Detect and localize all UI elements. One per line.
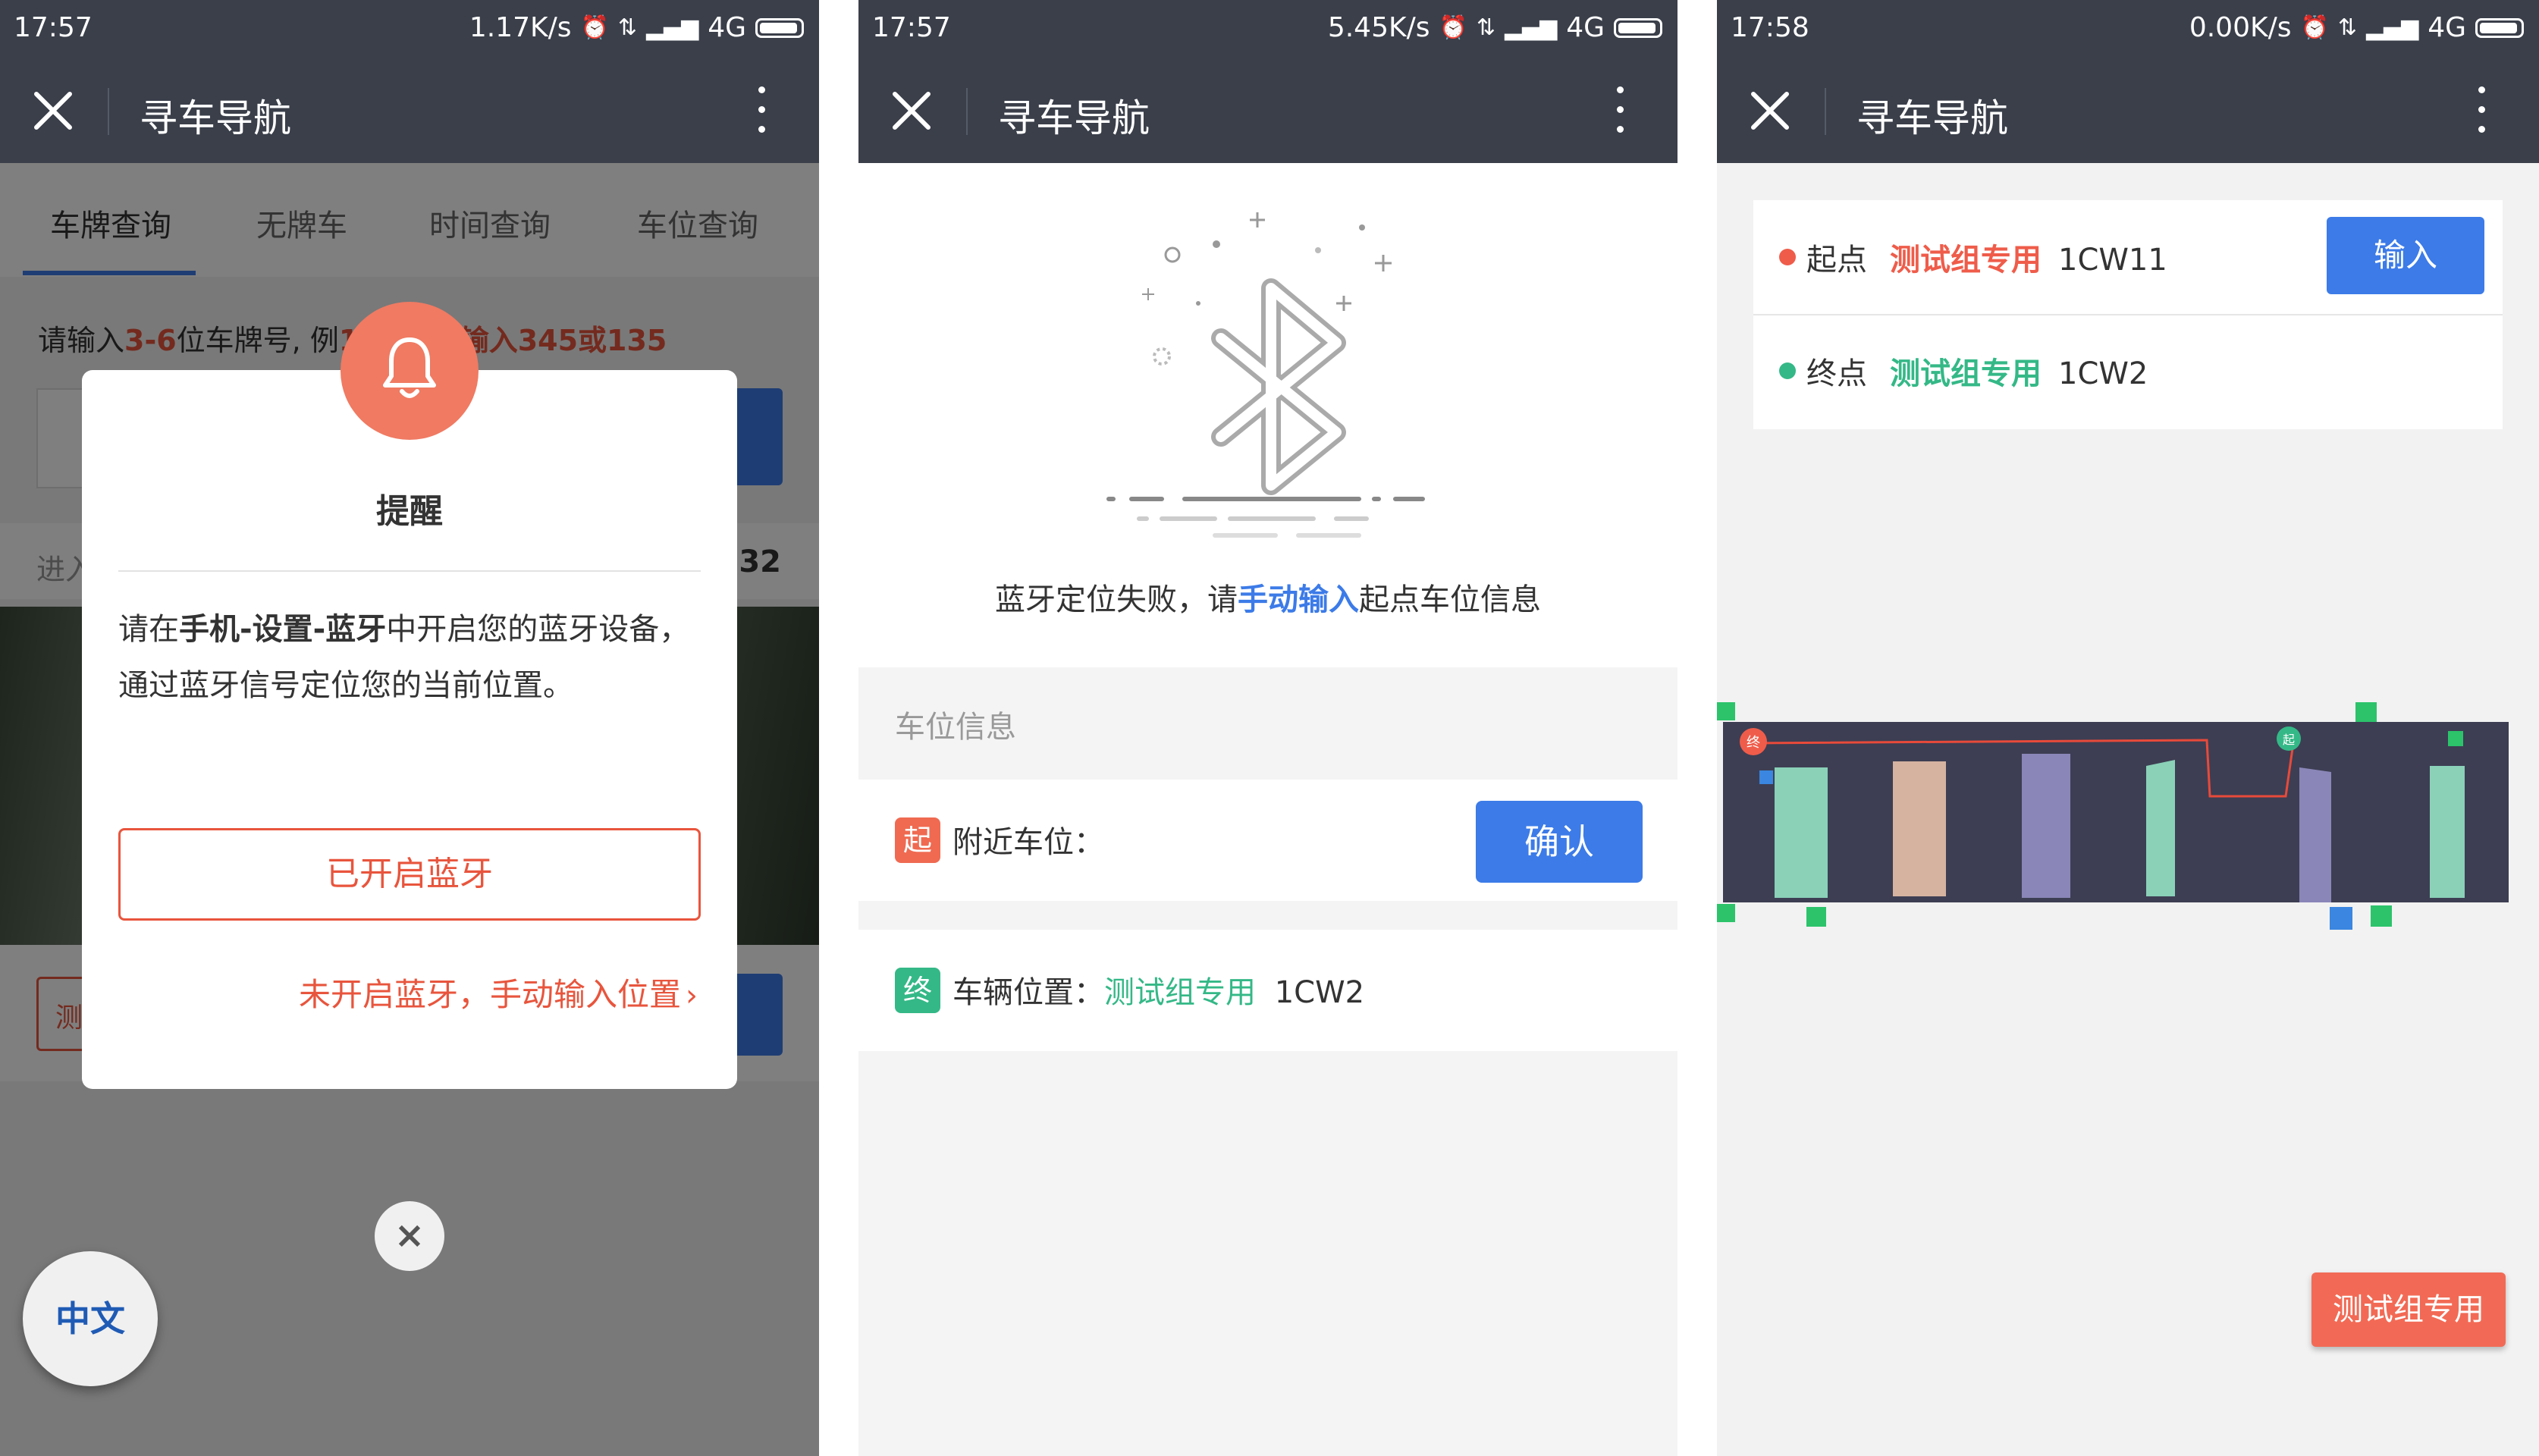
- map-poi-icon: [1717, 702, 1735, 720]
- end-badge: 终: [895, 968, 940, 1013]
- net-speed: 1.17K/s: [469, 12, 572, 43]
- title-separator: [1825, 88, 1826, 135]
- title-separator: [108, 88, 109, 135]
- start-dot: [1779, 249, 1796, 265]
- title-bar: 寻车导航: [1717, 61, 2539, 163]
- destination-button[interactable]: 测试组专用: [2311, 1272, 2506, 1347]
- battery-icon: [2475, 17, 2524, 38]
- bluetooth-failed-message: 蓝牙定位失败，请手动输入起点车位信息: [995, 582, 1541, 617]
- bluetooth-illustration-icon: [1106, 212, 1425, 538]
- svg-text:终: 终: [1747, 735, 1760, 751]
- bell-badge: [341, 302, 479, 440]
- more-menu-icon[interactable]: [1614, 86, 1626, 136]
- screen-bluetooth-reminder: 17:57 1.17K/s ⏰ ⇅ ▂▄▆ 4G 寻车导航 车牌查询 无牌车 时…: [0, 0, 819, 1456]
- map-poi-icon: [1717, 904, 1735, 922]
- screen-bluetooth-failed: 17:57 5.45K/s ⏰ ⇅ ▂▄▆ 4G 寻车导航 蓝牙定位失败，请手动…: [858, 0, 1677, 1456]
- dialog-body: 请在手机-设置-蓝牙中开启您的蓝牙设备，通过蓝牙信号定位您的当前位置。: [118, 612, 690, 703]
- end-marker-icon: 终: [1740, 728, 1767, 755]
- start-text: 起点 测试组专用 1CW11: [1806, 243, 2167, 278]
- network-type: 4G: [708, 12, 746, 43]
- signal-icon: ▂▄▆: [2365, 14, 2419, 41]
- vehicle-position-row: 终 车辆位置：测试组专用 1CW2: [858, 930, 1677, 1051]
- space-info-placeholder: 车位信息: [895, 710, 1016, 745]
- alarm-icon: ⏰: [2300, 14, 2329, 41]
- map-poi-icon: [1759, 770, 1773, 784]
- dialog-title: 提醒: [376, 492, 443, 531]
- map-poi-icon: [2355, 702, 2377, 722]
- page-title: 寻车导航: [1856, 96, 2008, 140]
- signal-icon: ▂▄▆: [1504, 14, 1558, 41]
- reminder-dialog: 提醒 请在手机-设置-蓝牙中开启您的蓝牙设备，通过蓝牙信号定位您的当前位置。 已…: [82, 370, 737, 1089]
- dialog-divider: [118, 570, 701, 572]
- vehicle-position-text: 车辆位置：测试组专用 1CW2: [953, 975, 1365, 1010]
- manual-input-link[interactable]: 未开启蓝牙，手动输入位置 ›: [299, 969, 698, 1015]
- status-bar: 17:57 5.45K/s ⏰ ⇅ ▂▄▆ 4G: [858, 0, 1677, 61]
- map-block: [1893, 761, 1946, 896]
- more-menu-icon[interactable]: [755, 86, 767, 136]
- map-block: [2430, 766, 2465, 898]
- network-type: 4G: [1566, 12, 1605, 43]
- end-row: 终点 测试组专用 1CW2: [1753, 314, 2503, 428]
- map-restroom-icon: [2330, 907, 2352, 930]
- battery-icon: [1614, 17, 1662, 38]
- net-speed: 5.45K/s: [1327, 12, 1430, 43]
- map-block: [2022, 754, 2070, 898]
- title-separator: [966, 88, 968, 135]
- page-title: 寻车导航: [140, 96, 291, 140]
- nearby-space-row: 起 附近车位： 确认: [858, 780, 1677, 901]
- more-menu-icon[interactable]: [2475, 86, 2487, 136]
- close-icon[interactable]: [1747, 88, 1793, 133]
- map-block: [2146, 760, 2175, 896]
- chevron-right-icon: ›: [686, 978, 698, 1013]
- parking-map[interactable]: 终 起: [1717, 698, 2539, 940]
- status-bar: 17:57 1.17K/s ⏰ ⇅ ▂▄▆ 4G: [0, 0, 819, 61]
- status-time: 17:57: [872, 12, 951, 43]
- space-info-input[interactable]: 车位信息: [858, 667, 1677, 780]
- svg-text:起: 起: [2283, 733, 2295, 747]
- close-icon[interactable]: [889, 88, 934, 133]
- signal-icon: ▂▄▆: [645, 14, 699, 41]
- title-bar: 寻车导航: [0, 61, 819, 163]
- net-speed: 0.00K/s: [2189, 12, 2292, 43]
- end-dot: [1779, 362, 1796, 379]
- close-icon[interactable]: [30, 88, 76, 133]
- end-text: 终点 测试组专用 1CW2: [1806, 356, 2148, 391]
- data-transfer-icon: ⇅: [1476, 14, 1495, 41]
- battery-icon: [755, 17, 804, 38]
- title-bar: 寻车导航: [858, 61, 1677, 163]
- data-transfer-icon: ⇅: [617, 14, 637, 41]
- route-card: 起点 测试组专用 1CW11 输入 终点 测试组专用 1CW2: [1753, 200, 2503, 429]
- bell-icon: [383, 337, 436, 398]
- confirm-button[interactable]: 确认: [1476, 801, 1643, 883]
- page-title: 寻车导航: [998, 96, 1150, 140]
- map-poi-icon: [2371, 905, 2392, 927]
- language-button[interactable]: 中文: [23, 1251, 158, 1386]
- section-gap: [858, 901, 1677, 930]
- alarm-icon: ⏰: [1439, 14, 1467, 41]
- dialog-close-button[interactable]: ×: [375, 1201, 444, 1271]
- empty-area: [858, 1051, 1677, 1456]
- start-row: 起点 测试组专用 1CW11 输入: [1753, 200, 2503, 314]
- status-time: 17:57: [14, 12, 93, 43]
- start-marker-icon: 起: [2277, 726, 2301, 751]
- network-type: 4G: [2428, 12, 2466, 43]
- screen-navigation-map: 17:58 0.00K/s ⏰ ⇅ ▂▄▆ 4G 寻车导航 起点 测试组专用 1CW…: [1717, 0, 2539, 1456]
- status-bar: 17:58 0.00K/s ⏰ ⇅ ▂▄▆ 4G: [1717, 0, 2539, 61]
- map-block: [2299, 767, 2331, 902]
- map-poi-icon: [1806, 907, 1826, 927]
- start-input-button[interactable]: 输入: [2327, 217, 2484, 294]
- alarm-icon: ⏰: [580, 14, 609, 41]
- bluetooth-enabled-button[interactable]: 已开启蓝牙: [118, 828, 701, 921]
- status-time: 17:58: [1731, 12, 1809, 43]
- nearby-space-label: 附近车位：: [953, 825, 1104, 860]
- data-transfer-icon: ⇅: [2337, 14, 2357, 41]
- map-poi-icon: [2448, 731, 2463, 746]
- start-badge: 起: [895, 817, 940, 863]
- map-block: [1775, 767, 1828, 898]
